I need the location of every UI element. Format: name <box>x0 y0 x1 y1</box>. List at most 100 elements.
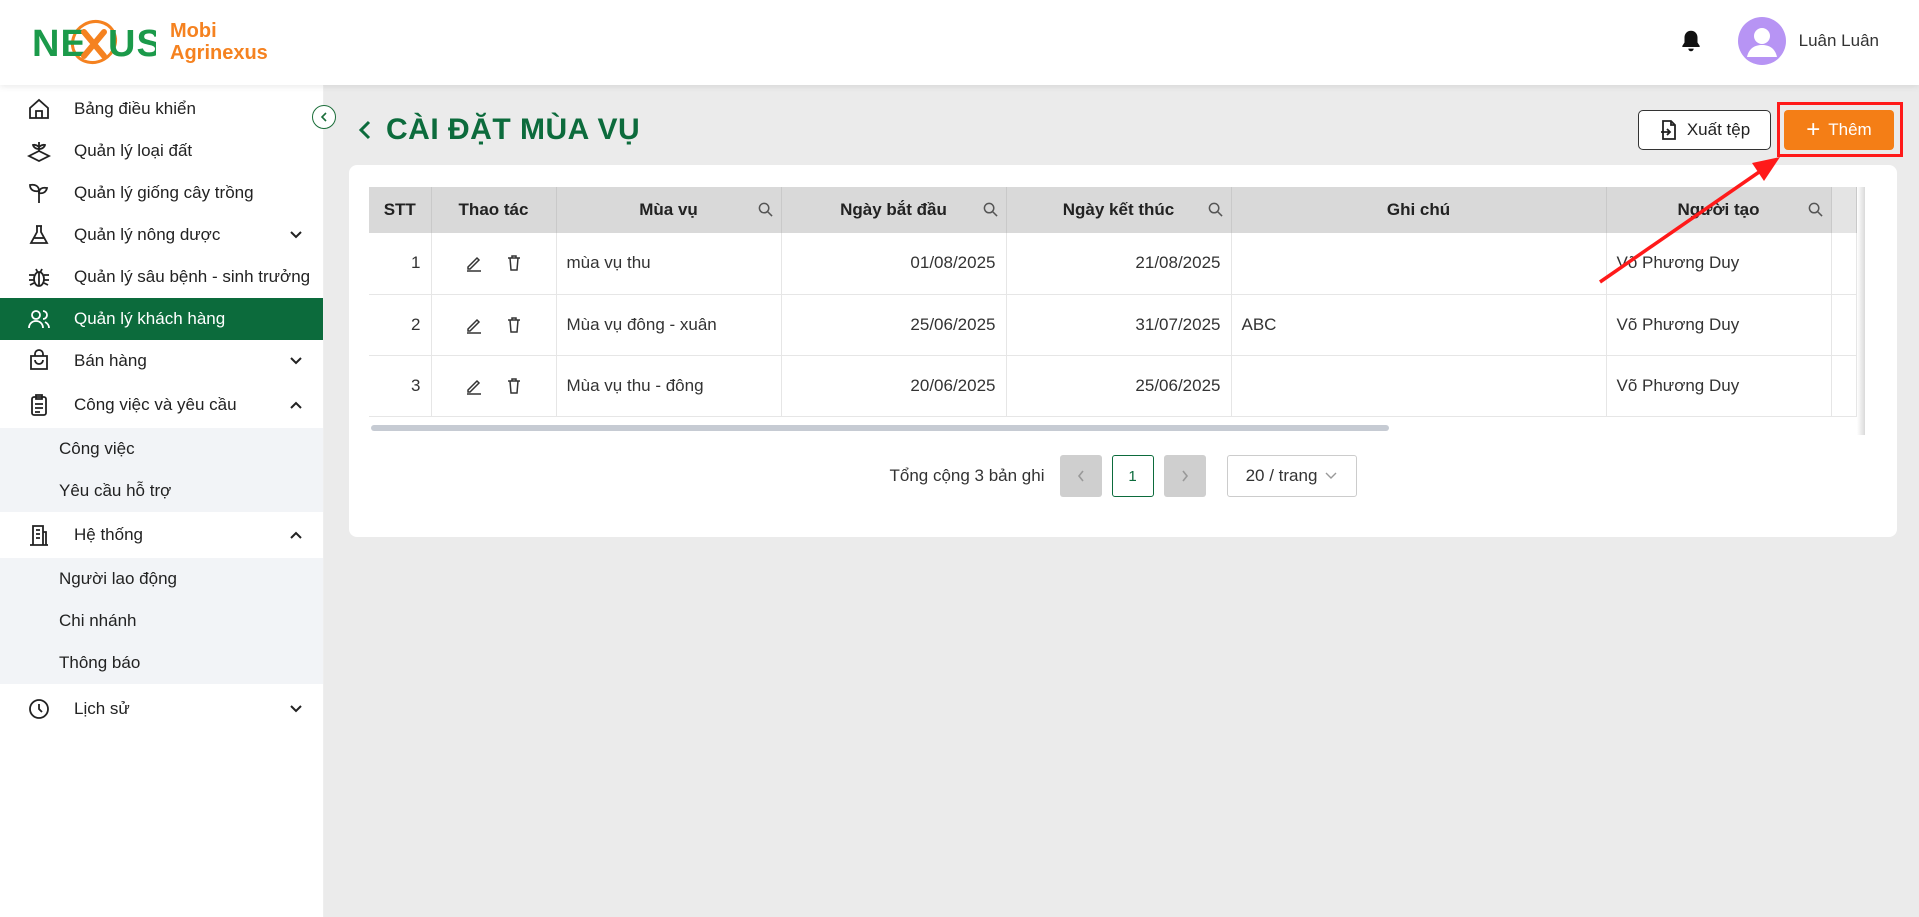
table-scroll-area[interactable]: STT Thao tác Mùa vụ Ngày bắt đầu Ngày kế… <box>369 187 1864 435</box>
column-header-season: Mùa vụ <box>556 187 782 233</box>
column-header-label: Mùa vụ <box>639 200 698 219</box>
search-icon[interactable] <box>1808 202 1823 217</box>
brand-name: Mobi Agrinexus <box>170 20 268 64</box>
sidebar-item-label: Hệ thống <box>74 525 143 544</box>
column-header-creator: Người tạo <box>1606 187 1832 233</box>
main-content: CÀI ĐẶT MÙA VỤ Xuất tệp + Thêm STT Thao … <box>324 85 1919 917</box>
top-header: NE US Mobi Agrinexus Luân Luân <box>0 0 1919 85</box>
clock-icon <box>26 696 52 722</box>
cell-end-date: 31/07/2025 <box>1006 294 1232 356</box>
export-button[interactable]: Xuất tệp <box>1638 110 1771 150</box>
edit-icon[interactable] <box>465 254 483 272</box>
system-submenu: Người lao động Chi nhánh Thông báo <box>0 558 323 684</box>
delete-icon[interactable] <box>505 316 523 334</box>
add-label: Thêm <box>1828 120 1872 139</box>
svg-text:US: US <box>108 23 156 65</box>
building-icon <box>26 522 52 548</box>
sidebar-subitem-notifications[interactable]: Thông báo <box>0 642 323 684</box>
sidebar-item-land[interactable]: Quản lý loại đất <box>0 130 323 172</box>
sidebar-item-history[interactable]: Lịch sử <box>0 684 323 734</box>
chevron-down-icon <box>290 357 302 365</box>
search-icon[interactable] <box>1208 202 1223 217</box>
sidebar-subitem-branches[interactable]: Chi nhánh <box>0 600 323 642</box>
nexus-logo-icon: NE US <box>32 19 156 65</box>
export-label: Xuất tệp <box>1686 120 1751 139</box>
column-header-label: Ngày bắt đầu <box>840 200 947 219</box>
cell-season: Mùa vụ thu - đông <box>556 355 782 417</box>
brand-line1: Mobi <box>170 20 217 42</box>
page-size-select[interactable]: 20 / trang <box>1226 455 1357 497</box>
back-chevron-icon[interactable] <box>358 119 372 141</box>
search-icon[interactable] <box>983 202 998 217</box>
chevron-up-icon <box>290 531 302 539</box>
add-button[interactable]: + Thêm <box>1784 110 1894 150</box>
sidebar-item-label: Quản lý sâu bệnh - sinh trưởng <box>74 267 311 286</box>
header-user-area: Luân Luân <box>1678 16 1879 66</box>
page-number-current[interactable]: 1 <box>1111 455 1154 497</box>
cell-overflow <box>1831 233 1857 295</box>
column-header-end-date: Ngày kết thúc <box>1006 187 1232 233</box>
page-title-text: CÀI ĐẶT MÙA VỤ <box>386 113 641 146</box>
file-export-icon <box>1660 120 1676 140</box>
column-header-stt: STT <box>369 187 432 233</box>
cell-actions <box>431 355 557 417</box>
sidebar-item-label: Quản lý nông dược <box>74 225 221 244</box>
next-page-button[interactable] <box>1163 455 1206 497</box>
sidebar-subitem-tasks[interactable]: Công việc <box>0 428 323 470</box>
cell-overflow <box>1831 355 1857 417</box>
clipboard-icon <box>26 392 52 418</box>
table-card: STT Thao tác Mùa vụ Ngày bắt đầu Ngày kế… <box>349 165 1897 537</box>
cell-end-date: 25/06/2025 <box>1006 355 1232 417</box>
table-row: 1 mùa vụ thu 01/08/2025 21/08/2025 Võ Ph… <box>369 233 1857 295</box>
sidebar-item-system[interactable]: Hệ thống <box>0 512 323 558</box>
table-header-row: STT Thao tác Mùa vụ Ngày bắt đầu Ngày kế… <box>369 187 1857 233</box>
users-icon <box>26 306 52 332</box>
column-header-label: Người tạo <box>1677 200 1760 219</box>
sidebar-collapse-button[interactable] <box>312 105 336 129</box>
plus-icon: + <box>1806 116 1821 143</box>
cell-season: mùa vụ thu <box>556 233 782 295</box>
user-name[interactable]: Luân Luân <box>1799 31 1879 51</box>
cell-creator: Võ Phương Duy <box>1606 233 1832 295</box>
sidebar-item-work[interactable]: Công việc và yêu cầu <box>0 382 323 428</box>
page-title: CÀI ĐẶT MÙA VỤ <box>358 113 640 147</box>
search-icon[interactable] <box>758 202 773 217</box>
sidebar: Bảng điều khiển Quản lý loại đất Quản lý… <box>0 85 324 917</box>
sidebar-subitem-support[interactable]: Yêu cầu hỗ trợ <box>0 470 323 512</box>
sidebar-subitem-workers[interactable]: Người lao động <box>0 558 323 600</box>
sidebar-item-customers[interactable]: Quản lý khách hàng <box>0 298 323 340</box>
delete-icon[interactable] <box>505 254 523 272</box>
edit-icon[interactable] <box>465 377 483 395</box>
sidebar-item-label: Lịch sử <box>74 699 130 718</box>
cell-season: Mùa vụ đông - xuân <box>556 294 782 356</box>
sidebar-item-pests[interactable]: Quản lý sâu bệnh - sinh trưởng <box>0 256 323 298</box>
svg-text:NE: NE <box>32 23 87 65</box>
column-header-overflow <box>1831 187 1857 233</box>
page-size-value: 20 / trang <box>1245 466 1318 485</box>
chevron-right-icon <box>1181 470 1188 482</box>
prev-page-button[interactable] <box>1059 455 1102 497</box>
cell-note <box>1231 233 1607 295</box>
cell-stt: 3 <box>369 355 432 417</box>
cell-start-date: 20/06/2025 <box>781 355 1007 417</box>
work-submenu: Công việc Yêu cầu hỗ trợ <box>0 428 323 512</box>
bell-icon[interactable] <box>1678 28 1704 54</box>
cell-stt: 1 <box>369 233 432 295</box>
cell-note: ABC <box>1231 294 1607 356</box>
sidebar-item-sales[interactable]: Bán hàng <box>0 340 323 382</box>
sidebar-item-label: Quản lý loại đất <box>74 141 193 160</box>
sidebar-item-label: Quản lý giống cây trồng <box>74 183 254 202</box>
sidebar-item-label: Quản lý khách hàng <box>74 309 226 328</box>
horizontal-scrollbar[interactable] <box>371 425 1389 431</box>
cell-start-date: 25/06/2025 <box>781 294 1007 356</box>
edit-icon[interactable] <box>465 316 483 334</box>
land-icon <box>26 138 52 164</box>
cell-actions <box>431 294 557 356</box>
user-avatar-icon[interactable] <box>1737 17 1786 65</box>
sidebar-item-dashboard[interactable]: Bảng điều khiển <box>0 88 323 130</box>
cell-start-date: 01/08/2025 <box>781 233 1007 295</box>
delete-icon[interactable] <box>505 377 523 395</box>
brand-logo[interactable]: NE US Mobi Agrinexus <box>32 14 268 70</box>
sidebar-item-plants[interactable]: Quản lý giống cây trồng <box>0 172 323 214</box>
sidebar-item-pesticides[interactable]: Quản lý nông dược <box>0 214 323 256</box>
